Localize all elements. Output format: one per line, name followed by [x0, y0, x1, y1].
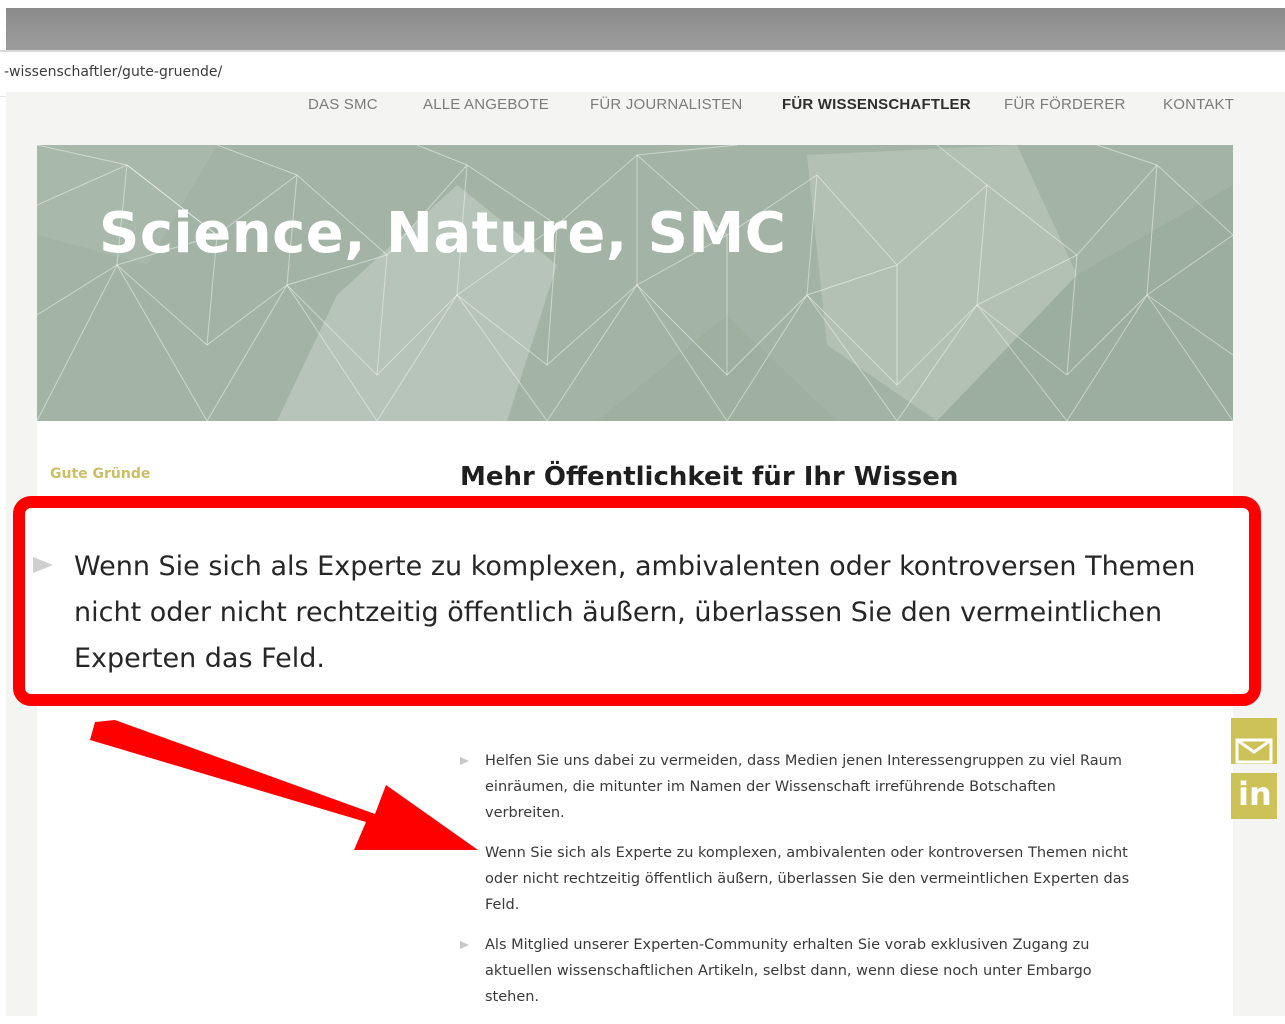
page-title: Mehr Öffentlichkeit für Ihr Wissen: [460, 462, 959, 492]
list-item: Wenn Sie sich als Experte zu komplexen, …: [460, 840, 1140, 918]
linkedin-icon: in: [1238, 775, 1272, 813]
bullet-icon: [460, 941, 469, 949]
list-item-text: Helfen Sie uns dabei zu vermeiden, dass …: [485, 753, 1122, 821]
nav-item-fuer-wissenschaftler[interactable]: FÜR WISSENSCHAFTLER: [782, 96, 971, 113]
nav-item-kontakt[interactable]: KONTAKT: [1163, 96, 1234, 113]
nav-item-fuer-foerderer[interactable]: FÜR FÖRDERER: [1004, 96, 1126, 113]
list-item: Als Mitglied unserer Experten-Community …: [460, 932, 1140, 1010]
nav-item-das-smc[interactable]: DAS SMC: [308, 96, 378, 113]
list-item-text: Als Mitglied unserer Experten-Community …: [485, 937, 1092, 1005]
main-navigation: DAS SMC ALLE ANGEBOTE FÜR JOURNALISTEN F…: [0, 96, 1285, 118]
browser-toolbar: [6, 8, 1285, 50]
url-text[interactable]: -wissenschaftler/gute-gruende/: [4, 64, 222, 80]
mail-icon: [1235, 738, 1273, 764]
share-linkedin-button[interactable]: in: [1231, 773, 1277, 819]
nav-item-fuer-journalisten[interactable]: FÜR JOURNALISTEN: [590, 96, 742, 113]
nav-item-alle-angebote[interactable]: ALLE ANGEBOTE: [423, 96, 549, 113]
bullet-icon: [460, 757, 469, 765]
reasons-list: Helfen Sie uns dabei zu vermeiden, dass …: [460, 748, 1140, 1024]
list-item: Helfen Sie uns dabei zu vermeiden, dass …: [460, 748, 1140, 826]
callout-bullet-icon: [33, 557, 53, 573]
breadcrumb[interactable]: Gute Gründe: [50, 466, 150, 482]
top-margin: [0, 0, 1285, 8]
callout-text: Wenn Sie sich als Experte zu komplexen, …: [74, 551, 1196, 674]
share-mail-button[interactable]: [1231, 718, 1277, 764]
polygon-pattern: [37, 145, 1233, 421]
hero-banner: Science, Nature, SMC: [37, 145, 1233, 421]
hero-title: Science, Nature, SMC: [99, 201, 787, 266]
list-item-text: Wenn Sie sich als Experte zu komplexen, …: [485, 845, 1130, 913]
